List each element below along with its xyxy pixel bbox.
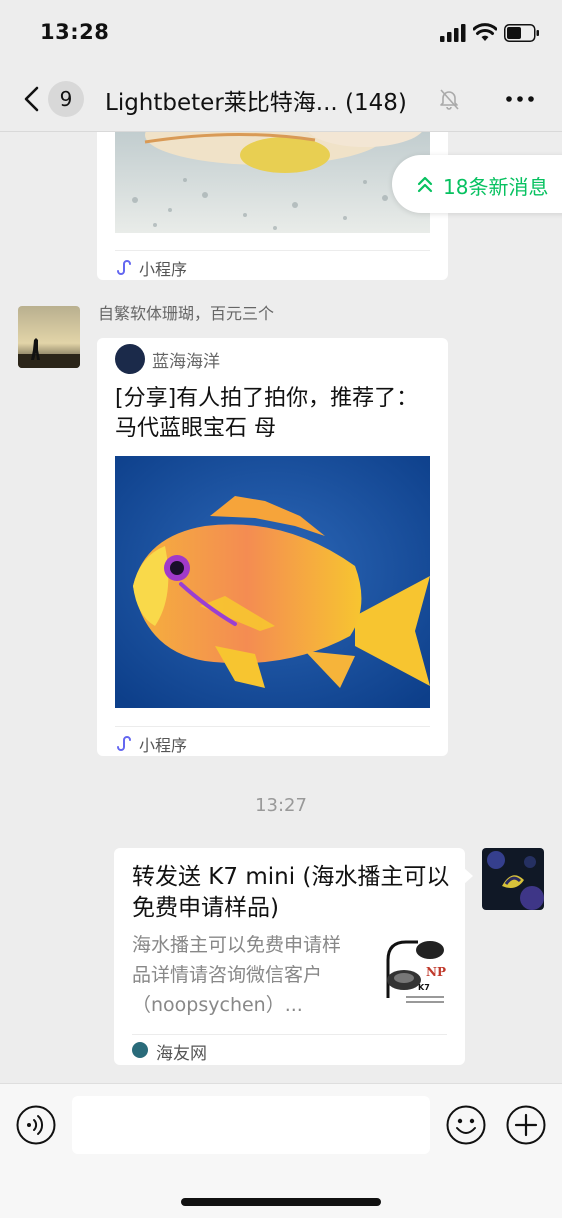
new-messages-pill[interactable]: 18条新消息 [392,155,562,213]
battery-icon [504,24,539,42]
time-divider: 13:27 [255,795,307,816]
mini-program-icon [117,736,131,751]
emoji-icon[interactable] [446,1105,486,1145]
svg-text:NP: NP [426,965,446,979]
double-chevron-up-icon [417,176,433,193]
unread-count-badge[interactable]: 9 [48,81,84,117]
avatar[interactable] [18,306,80,368]
group-name: Lightbeter莱比特海... [105,90,338,116]
sender-name: 自繁软体珊瑚，百元三个 [98,304,275,323]
mini-program-label: 小程序 [139,260,188,279]
mini-program-label: 小程序 [139,736,188,755]
card-title: 转发送 K7 mini (海水播主可以免费申请样品) [132,864,450,921]
plus-icon[interactable] [506,1105,546,1145]
nav-bar: 9 Lightbeter莱比特海... (148) [0,66,562,132]
source-name: 蓝海海洋 [152,352,220,372]
link-card[interactable]: 转发送 K7 mini (海水播主可以免费申请样品) 海水播主可以免费申请样品详… [114,848,465,1065]
message-input[interactable] [72,1096,430,1154]
mute-icon [440,89,459,110]
chat-title[interactable]: Lightbeter莱比特海... (148) [105,83,407,117]
member-count: (148) [345,90,407,116]
own-avatar[interactable] [482,848,544,910]
card-title: [分享]有人拍了拍你，推荐了：马代蓝眼宝石 母 [115,386,419,441]
more-icon[interactable] [505,94,535,104]
source-logo [132,1042,148,1058]
status-bar: 13:28 [0,0,562,66]
mini-program-footer: 小程序 [115,726,430,756]
voice-icon[interactable] [16,1105,56,1145]
thumb-label: K7 [418,983,430,992]
home-indicator [181,1198,381,1206]
back-icon[interactable] [22,86,42,112]
card-description: 海水播主可以免费申请样品详情请咨询微信客户（noopsychen）... [132,934,342,1016]
source-logo [115,344,145,374]
wifi-icon [473,23,497,41]
status-time: 13:28 [40,20,110,44]
bubble-tail [464,868,473,884]
mini-program-icon [117,260,131,275]
source-name: 海友网 [156,1044,207,1064]
link-card-footer: 海友网 [132,1034,447,1064]
signal-icon [440,24,466,42]
lamp-product-thumbnail: NP K7 [376,930,448,1010]
mini-program-footer: 小程序 [115,250,430,280]
chat-screen: 13:28 9 Lightbeter莱比特海... (148) 18条新消息 小… [0,0,562,1218]
mini-program-card[interactable]: 蓝海海洋 [分享]有人拍了拍你，推荐了：马代蓝眼宝石 母 小程序 [97,338,448,756]
new-messages-label: 18条新消息 [443,175,549,199]
orange-anthias-fish-photo [115,456,430,708]
